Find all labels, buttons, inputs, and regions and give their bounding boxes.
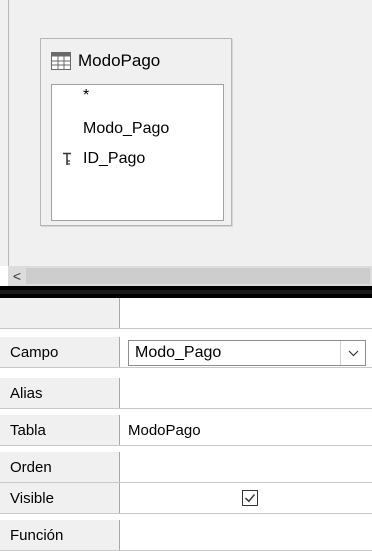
pane-splitter[interactable]: [0, 286, 372, 298]
splitter-grip: [0, 290, 372, 294]
funcion-cell[interactable]: [120, 520, 372, 550]
row-header-alias[interactable]: Alias: [0, 378, 120, 408]
row-label: Campo: [10, 343, 59, 361]
row-label: Visible: [10, 489, 54, 507]
campo-cell[interactable]: Modo_Pago: [120, 337, 372, 367]
query-design-pane[interactable]: ModoPago * Modo_Pago ID_Pago: [0, 0, 372, 266]
grid-row-campo: Campo Modo_Pago: [0, 337, 372, 368]
row-label: Función: [10, 526, 64, 544]
field-label: ID_Pago: [83, 150, 146, 167]
grid-row-visible: Visible: [0, 483, 372, 514]
column-header-cell[interactable]: [120, 298, 372, 328]
query-design-grid[interactable]: Campo Modo_Pago Alias Tabla ModoPago Ord…: [0, 298, 372, 551]
field-item-all[interactable]: *: [83, 85, 89, 107]
field-label: Modo_Pago: [83, 120, 170, 137]
table-window-modopago[interactable]: ModoPago * Modo_Pago ID_Pago: [40, 38, 232, 226]
grid-row-alias: Alias: [0, 378, 372, 409]
tabla-cell[interactable]: ModoPago: [120, 415, 372, 445]
horizontal-scrollbar[interactable]: <: [8, 266, 372, 286]
grid-row-orden: Orden: [0, 452, 372, 483]
pane-left-border: [8, 0, 9, 266]
grid-row-tabla: Tabla ModoPago: [0, 415, 372, 446]
field-item-id-pago[interactable]: ID_Pago: [52, 148, 223, 170]
grid-header-row: [0, 298, 372, 329]
row-header-visible[interactable]: Visible: [0, 483, 120, 513]
row-header-campo[interactable]: Campo: [0, 337, 120, 367]
field-label: *: [83, 87, 90, 104]
orden-cell[interactable]: [120, 452, 372, 482]
combo-value: Modo_Pago: [135, 344, 222, 361]
scroll-left-button[interactable]: <: [8, 266, 26, 286]
chevron-left-icon: <: [12, 268, 22, 284]
chevron-down-icon: [348, 350, 358, 356]
visible-cell[interactable]: [120, 483, 372, 513]
alias-cell[interactable]: [120, 378, 372, 408]
grid-row-funcion: Función: [0, 520, 372, 551]
table-window-title-label: ModoPago: [78, 51, 161, 70]
combo-dropdown-button[interactable]: [340, 341, 365, 365]
field-item-modo-pago[interactable]: Modo_Pago: [83, 118, 169, 140]
row-header-funcion[interactable]: Función: [0, 520, 120, 550]
row-header-tabla[interactable]: Tabla: [0, 415, 120, 445]
table-window-title[interactable]: ModoPago: [51, 51, 160, 71]
visible-checkbox[interactable]: [242, 490, 258, 506]
row-label: Orden: [10, 458, 52, 476]
table-field-list[interactable]: * Modo_Pago ID_Pago: [51, 84, 224, 221]
cell-value: ModoPago: [128, 421, 201, 439]
table-icon: [51, 52, 71, 70]
primary-key-icon: [63, 152, 71, 165]
row-header-orden[interactable]: Orden: [0, 452, 120, 482]
row-label: Tabla: [10, 421, 46, 439]
scrollbar-track[interactable]: [26, 268, 370, 284]
grid-corner-cell: [0, 298, 120, 328]
row-label: Alias: [10, 384, 43, 402]
campo-combobox[interactable]: Modo_Pago: [128, 340, 366, 366]
